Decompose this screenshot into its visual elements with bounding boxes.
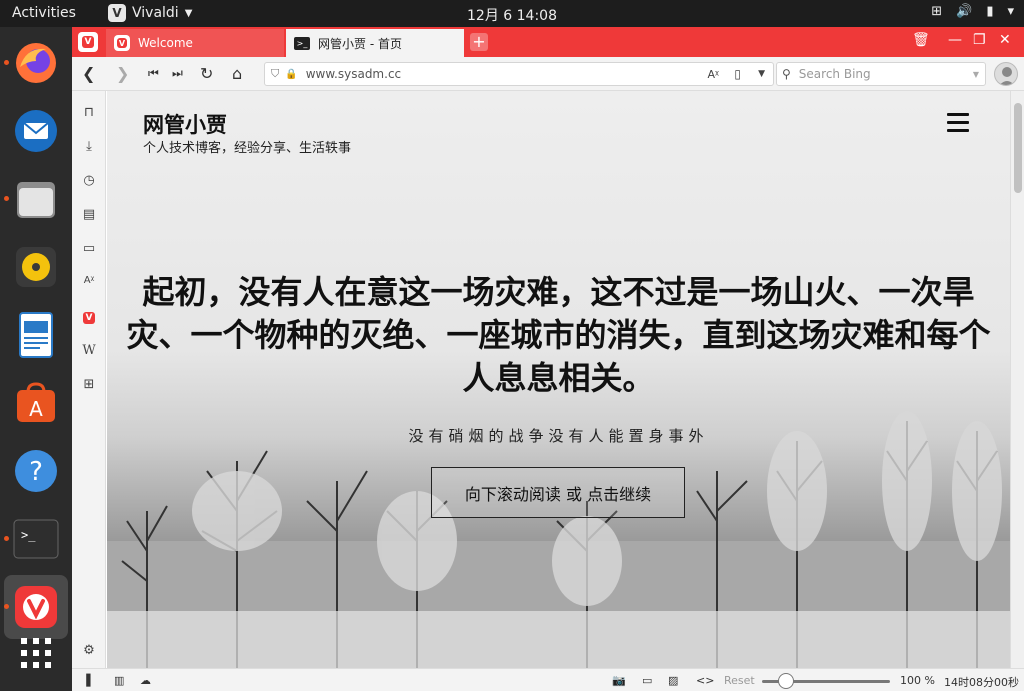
- back-icon[interactable]: ❮: [82, 64, 95, 83]
- home-icon[interactable]: ⌂: [232, 64, 242, 83]
- dock: A ? >_: [0, 27, 72, 691]
- tab-label: Welcome: [138, 36, 193, 50]
- terminal-favicon-icon: >_: [294, 36, 310, 50]
- clock[interactable]: 12月 6 14:08: [0, 5, 1024, 25]
- hamburger-menu-icon[interactable]: [947, 113, 969, 137]
- files-icon[interactable]: [10, 173, 62, 225]
- site-subtitle: 个人技术博客，经验分享、生活轶事: [143, 141, 352, 156]
- volume-icon: 🔊: [956, 4, 973, 19]
- downloads-panel-icon[interactable]: ⤓: [81, 139, 97, 154]
- web-page: 网管小贾 个人技术博客，经验分享、生活轶事 起初，没有人在意这一场灾难，这不过是…: [107, 91, 1010, 668]
- battery-icon: ▮: [986, 4, 994, 19]
- wikipedia-panel-icon[interactable]: W: [81, 343, 97, 358]
- running-indicator: [4, 604, 9, 609]
- running-indicator: [4, 196, 9, 201]
- vivaldi-favicon-icon: V: [114, 35, 130, 51]
- panel-toggle-icon[interactable]: ▐: [82, 674, 90, 687]
- writer-icon[interactable]: [10, 309, 62, 361]
- translate-icon[interactable]: Aᵡ: [707, 68, 719, 81]
- system-tray[interactable]: ⊞ 🔊 ▮ ▾: [931, 4, 1014, 19]
- tab-bar: V V Welcome >_ 网管小贾 - 首页 + 🗑 — ❐ ✕: [72, 27, 1024, 57]
- status-bar: ▐ ▥ ☁ 📷 ▭ ▨ <> Reset 100 % 14时08分00秒: [72, 668, 1024, 691]
- maximize-button[interactable]: ❐: [973, 32, 986, 48]
- search-placeholder: Search Bing: [798, 67, 871, 81]
- hero-subline: 没有硝烟的战争没有人能置身事外: [408, 427, 709, 445]
- address-bar: ❮ ❯ ⏮ ⏭ ↻ ⌂ ⛉ 🔒 www.sysadm.cc Aᵡ ▯ ▼ ⚲ S…: [72, 57, 1024, 91]
- vivaldi-icon[interactable]: [10, 581, 62, 633]
- chevron-down-icon[interactable]: ▼: [758, 69, 765, 79]
- page-scrollbar[interactable]: [1010, 91, 1024, 668]
- url-field[interactable]: ⛉ 🔒 www.sysadm.cc Aᵡ ▯ ▼: [264, 62, 774, 86]
- software-icon[interactable]: A: [10, 377, 62, 429]
- window-panel-icon[interactable]: ▭: [81, 241, 97, 256]
- sync-cloud-icon[interactable]: ☁: [140, 674, 151, 687]
- hero-headline: 起初，没有人在意这一场灾难，这不过是一场山火、一次旱灾、一个物种的灭绝、一座城市…: [126, 273, 991, 397]
- vivaldi-menu-button[interactable]: V: [78, 32, 98, 52]
- running-indicator: [4, 536, 9, 541]
- profile-avatar[interactable]: [994, 62, 1018, 86]
- svg-text:>_: >_: [21, 528, 36, 542]
- vivaldi-panel-icon[interactable]: V: [81, 309, 97, 324]
- search-field[interactable]: ⚲ Search Bing ▼: [776, 62, 986, 86]
- app-grid-icon[interactable]: [10, 627, 62, 679]
- chevron-down-icon[interactable]: ▼: [973, 70, 979, 79]
- history-panel-icon[interactable]: ◷: [81, 173, 97, 188]
- scroll-continue-button[interactable]: 向下滚动阅读 或 点击继续: [431, 467, 685, 518]
- settings-gear-icon[interactable]: ⚙: [81, 643, 97, 658]
- reload-icon[interactable]: ↻: [200, 64, 213, 83]
- tab-label: 网管小贾 - 首页: [318, 36, 402, 51]
- translate-panel-icon[interactable]: Aᵡ: [81, 275, 97, 286]
- fast-forward-icon[interactable]: ⏭: [172, 66, 183, 81]
- bookmarks-panel-icon[interactable]: ⊓: [81, 105, 97, 120]
- trash-icon[interactable]: 🗑: [912, 32, 930, 48]
- page-tiling-icon[interactable]: ▭: [642, 674, 652, 687]
- svg-text:A: A: [29, 397, 43, 421]
- forward-icon[interactable]: ❯: [116, 64, 129, 83]
- images-icon[interactable]: ▨: [668, 674, 678, 687]
- running-indicator: [4, 60, 9, 65]
- power-menu-icon: ▾: [1007, 4, 1014, 19]
- zoom-level: 100 %: [900, 674, 935, 687]
- browser-window: V V Welcome >_ 网管小贾 - 首页 + 🗑 — ❐ ✕ ❮ ❯ ⏮…: [72, 27, 1024, 691]
- add-panel-icon[interactable]: ⊞: [81, 377, 97, 392]
- gnome-top-bar: Activities V Vivaldi ▼ 12月 6 14:08 ⊞ 🔊 ▮…: [0, 0, 1024, 27]
- notes-panel-icon[interactable]: ▤: [81, 207, 97, 222]
- url-text: www.sysadm.cc: [305, 67, 402, 81]
- close-button[interactable]: ✕: [999, 32, 1011, 48]
- zoom-reset-button[interactable]: Reset: [724, 674, 755, 687]
- zoom-slider-knob[interactable]: [778, 673, 794, 689]
- firefox-icon[interactable]: [10, 37, 62, 89]
- new-tab-button[interactable]: +: [470, 33, 488, 51]
- search-icon: ⚲: [782, 67, 791, 81]
- site-title[interactable]: 网管小贾: [143, 109, 227, 139]
- rhythmbox-icon[interactable]: [10, 241, 62, 293]
- lock-icon: 🔒: [285, 68, 298, 80]
- shield-icon: ⛉: [271, 67, 280, 80]
- scrollbar-thumb[interactable]: [1014, 103, 1022, 193]
- tab-tiling-icon[interactable]: ▥: [114, 674, 124, 687]
- side-panel: ⊓ ⤓ ◷ ▤ ▭ Aᵡ V W ⊞ ⚙: [72, 91, 106, 668]
- svg-text:?: ?: [29, 457, 43, 487]
- network-icon: ⊞: [931, 4, 943, 19]
- status-clock: 14时08分00秒: [944, 676, 1019, 689]
- help-icon[interactable]: ?: [10, 445, 62, 497]
- thunderbird-icon[interactable]: [10, 105, 62, 157]
- page-actions-icon[interactable]: <>: [696, 674, 714, 687]
- terminal-icon[interactable]: >_: [10, 513, 62, 565]
- bookmark-icon[interactable]: ▯: [734, 67, 741, 81]
- tab-welcome[interactable]: V Welcome: [106, 29, 284, 57]
- rewind-icon[interactable]: ⏮: [148, 66, 159, 81]
- tab-homepage[interactable]: >_ 网管小贾 - 首页: [286, 29, 464, 57]
- capture-icon[interactable]: 📷: [612, 674, 626, 687]
- vivaldi-logo-icon: V: [82, 36, 94, 48]
- minimize-button[interactable]: —: [948, 32, 962, 48]
